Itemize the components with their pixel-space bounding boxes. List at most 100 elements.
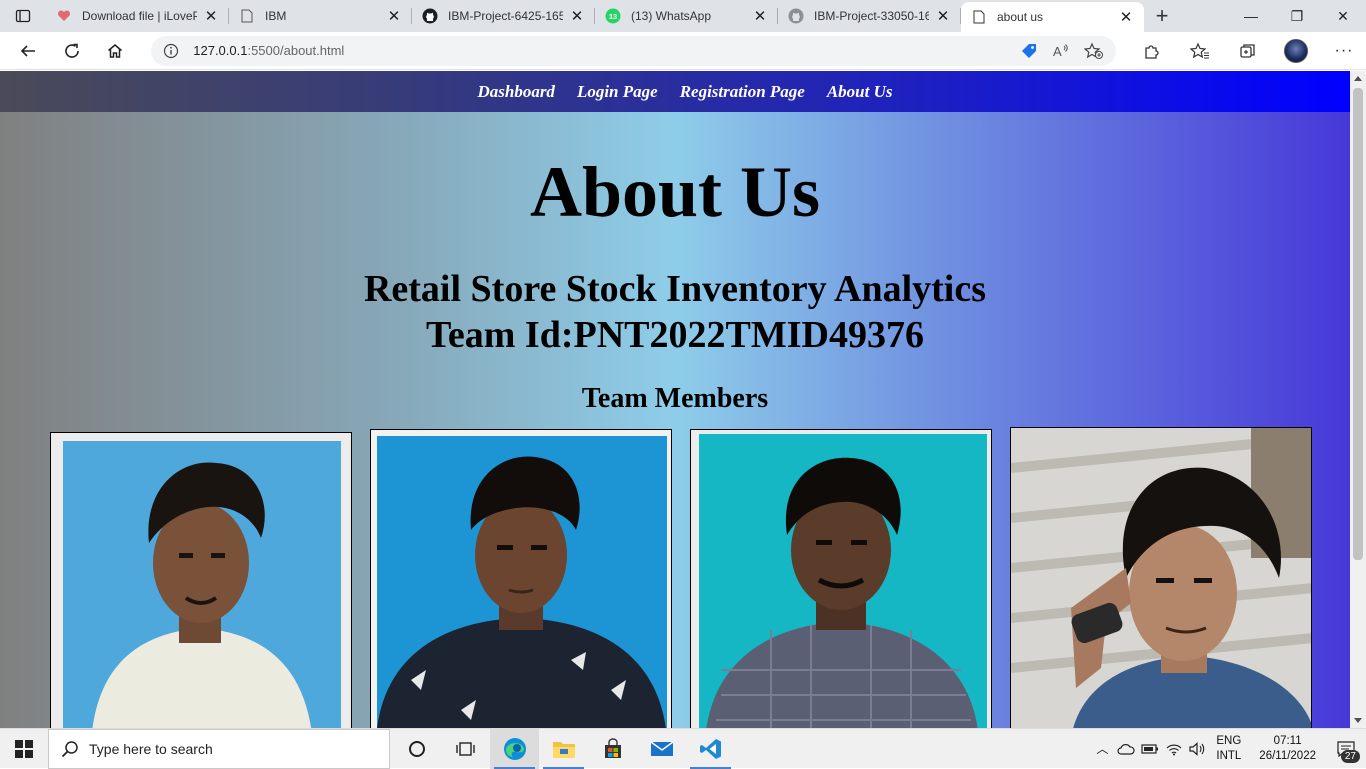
store-icon [604,737,621,758]
add-favorite-icon[interactable] [1083,42,1104,60]
wifi-icon [1166,744,1182,755]
close-icon[interactable]: ✕ [386,8,402,25]
clock-time: 07:11 [1273,734,1302,747]
cloud-icon [1117,743,1135,755]
search-placeholder: Type here to search [89,740,213,757]
member-photo [50,432,352,728]
folder-icon [552,741,575,758]
info-icon[interactable] [163,43,179,59]
back-arrow-icon [20,44,35,57]
close-icon: ✕ [1337,7,1349,24]
home-button[interactable] [94,32,138,70]
close-icon[interactable]: ✕ [1118,9,1134,26]
tab-actions-button[interactable] [0,0,46,32]
cortana-button[interactable] [392,729,441,769]
extensions-button[interactable] [1130,36,1174,66]
whatsapp-badge: 13 [609,12,617,21]
vscode-taskbar-button[interactable] [686,729,735,769]
edge-icon [503,737,526,760]
project-title: Retail Store Stock Inventory Analytics [363,268,987,310]
restore-icon: ❐ [1290,7,1304,24]
nav-registration-link[interactable]: Registration Page [680,82,805,102]
close-window-button[interactable]: ✕ [1320,0,1366,32]
search-icon [61,740,78,757]
tab-about-us[interactable]: about us ✕ [961,2,1144,32]
member-photo [690,429,992,728]
mail-taskbar-button[interactable] [637,729,686,769]
nav-login-link[interactable]: Login Page [577,82,658,102]
page-icon [239,8,255,24]
minimize-button[interactable]: — [1228,0,1274,32]
tab-label: IBM-Project-33050-16 [814,9,929,23]
read-aloud-icon[interactable]: A [1052,42,1070,60]
favorites-button[interactable] [1178,36,1222,66]
url-text[interactable]: 127.0.0.1:5500/about.html [193,43,1020,58]
keyboard-layout: INTL [1216,749,1242,762]
task-view-button[interactable] [441,729,490,769]
team-id: Team Id:PNT2022TMID49376 [426,314,924,356]
clock[interactable]: 07:11 26/11/2022 [1259,734,1316,764]
collections-button[interactable] [1226,36,1270,66]
vscode-icon [699,738,721,759]
profile-button[interactable] [1274,36,1318,66]
start-button[interactable] [0,729,48,769]
taskbar-search-box[interactable]: Type here to search [48,728,390,769]
restore-button[interactable]: ❐ [1274,0,1320,32]
nav-dashboard-link[interactable]: Dashboard [477,82,554,102]
tab-strip: Download file | iLoveP ✕ IBM ✕ IBM-Proje… [0,0,1366,32]
notification-count-badge: 27 [1340,749,1360,763]
notification-center-button[interactable]: 27 [1326,729,1366,769]
new-tab-button[interactable]: + [1144,0,1180,32]
settings-menu-button[interactable]: ··· [1322,36,1366,66]
cortana-icon [408,740,425,757]
battery-tray-button[interactable] [1138,729,1162,769]
refresh-button[interactable] [50,32,94,70]
home-icon [108,43,123,58]
scroll-up-icon[interactable] [1354,76,1362,81]
site-navbar: Dashboard Login Page Registration Page A… [0,71,1350,112]
show-hidden-icons-button[interactable]: ︿ [1090,729,1114,769]
collections-icon [1240,43,1255,58]
heart-icon [56,8,72,24]
edge-taskbar-button[interactable] [490,728,539,769]
tab-github-33050[interactable]: IBM-Project-33050-16 ✕ [778,0,961,32]
windows-taskbar: Type here to search ︿ ENG INTL 07:11 26/… [0,728,1366,769]
favorites-icon [1189,42,1209,58]
input-language-indicator[interactable]: ENG INTL [1216,734,1241,764]
task-view-icon [455,741,475,756]
close-icon[interactable]: ✕ [203,8,219,25]
github-icon [422,8,438,24]
clock-date: 26/11/2022 [1259,749,1316,762]
close-icon[interactable]: ✕ [935,8,951,25]
tab-ibm[interactable]: IBM ✕ [229,0,412,32]
close-icon[interactable]: ✕ [569,8,585,25]
github-icon [788,8,804,24]
address-bar[interactable]: 127.0.0.1:5500/about.html A [151,35,1116,66]
svg-text:A: A [1053,44,1062,59]
file-explorer-taskbar-button[interactable] [539,729,588,769]
language-code: ENG [1216,734,1242,747]
scroll-thumb[interactable] [1353,88,1363,560]
onedrive-tray-button[interactable] [1114,729,1138,769]
minimize-icon: — [1244,8,1258,24]
member-photo [370,429,672,728]
page-scrollbar[interactable] [1350,71,1366,728]
tab-label: about us [997,10,1044,24]
puzzle-icon [1145,44,1159,59]
refresh-icon [64,43,79,58]
url-path: :5500/about.html [247,43,345,58]
nav-about-link[interactable]: About Us [827,82,893,102]
tab-github-6425[interactable]: IBM-Project-6425-165 ✕ [412,0,595,32]
member-photo [1010,427,1312,728]
tab-ilovepdf[interactable]: Download file | iLoveP ✕ [46,0,229,32]
scroll-down-icon[interactable] [1354,718,1362,723]
close-icon[interactable]: ✕ [752,8,768,25]
tab-whatsapp[interactable]: 13 (13) WhatsApp ✕ [595,0,778,32]
shopping-tag-icon[interactable] [1020,42,1038,60]
system-tray: ︿ ENG INTL 07:11 26/11/2022 27 [1090,729,1366,769]
back-button[interactable] [6,32,50,70]
chevron-up-icon: ︿ [1096,742,1109,756]
volume-tray-button[interactable] [1186,729,1210,769]
store-taskbar-button[interactable] [588,729,637,769]
wifi-tray-button[interactable] [1162,729,1186,769]
